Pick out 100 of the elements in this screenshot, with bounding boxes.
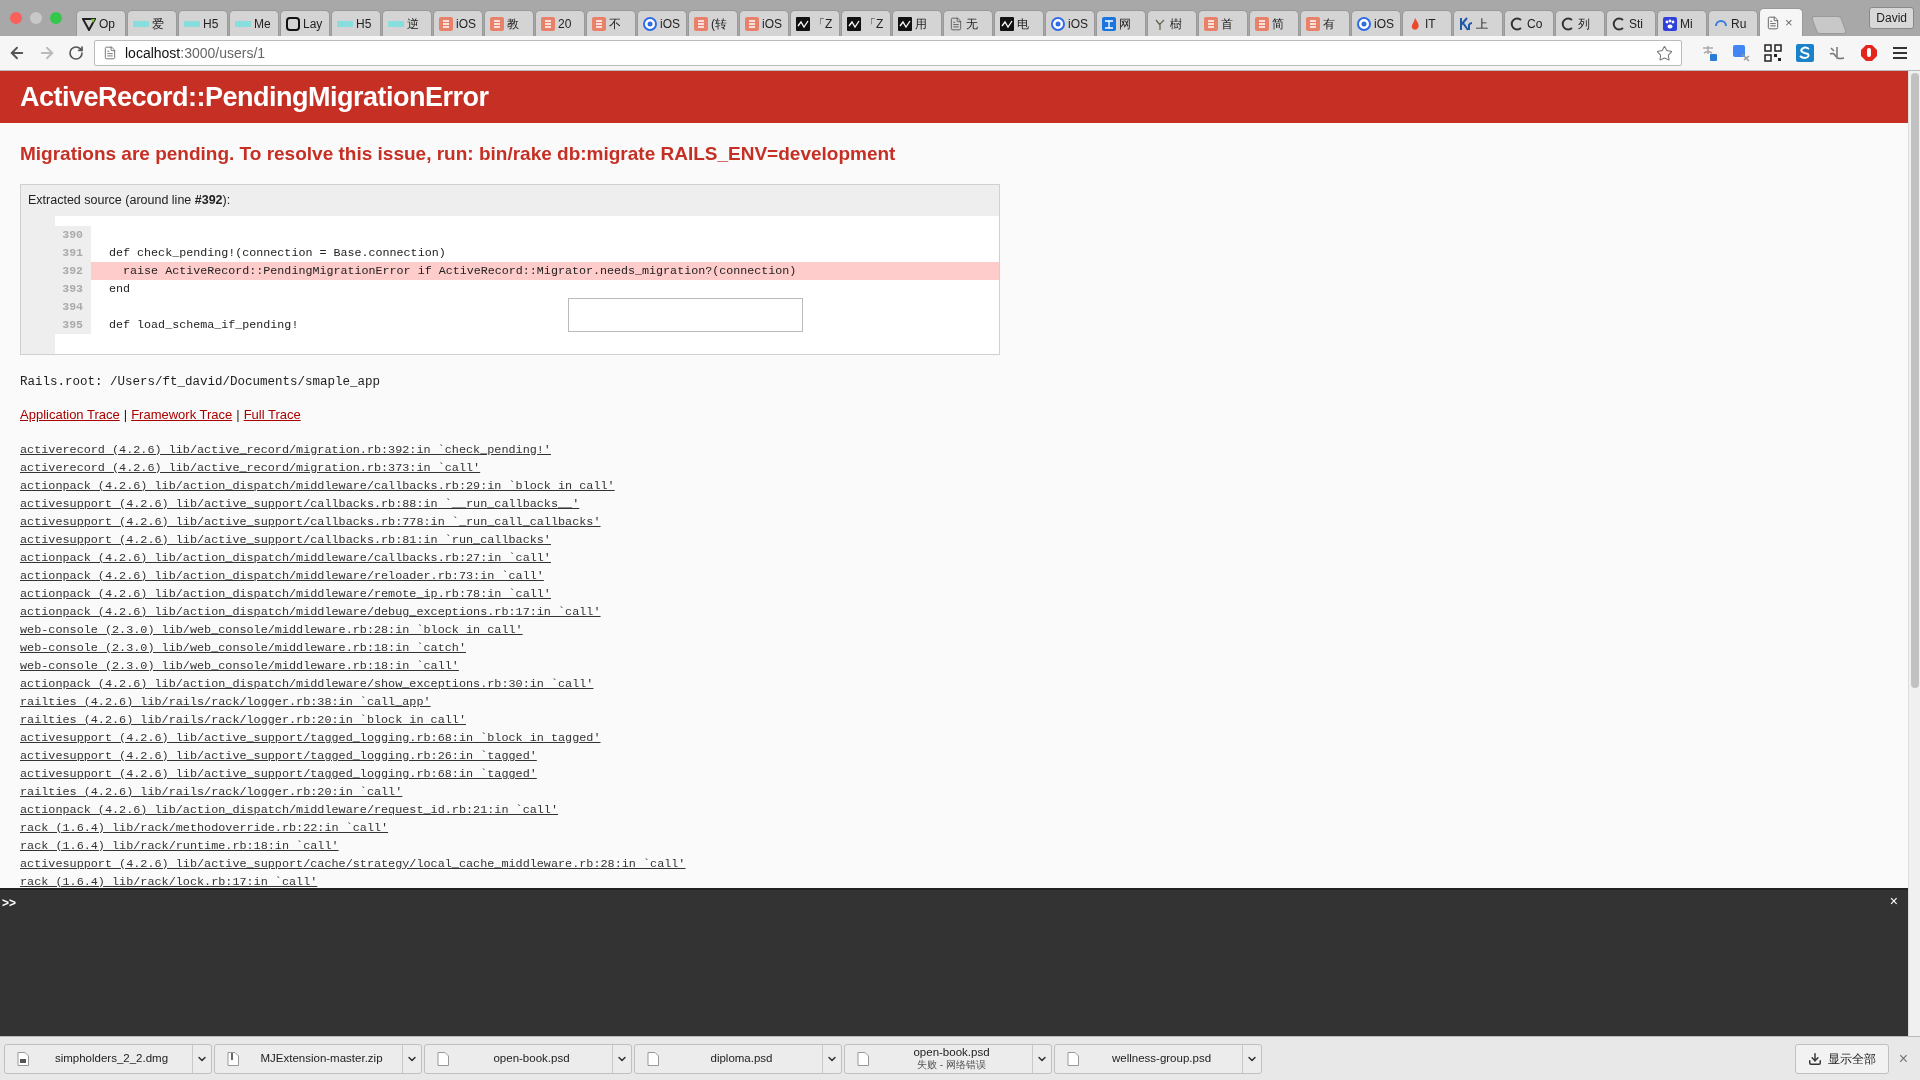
browser-tab[interactable]: iOS	[637, 10, 687, 36]
browser-tab[interactable]: 樹	[1147, 10, 1197, 36]
browser-tab[interactable]: IT	[1402, 10, 1452, 36]
download-item[interactable]: diploma.psd	[634, 1043, 842, 1074]
trace-link[interactable]: activesupport (4.2.6) lib/active_support/callbacks.rb:81:in `run_callbacks'	[20, 530, 551, 549]
next-logo-icon	[235, 19, 251, 28]
s-logo-icon[interactable]	[1796, 44, 1814, 62]
file-icon	[437, 1051, 449, 1066]
download-filename: MJExtension-master.zip	[260, 1052, 383, 1065]
trace-link[interactable]: rack (1.6.4) lib/rack/methodoverride.rb:22:in `call'	[20, 818, 389, 837]
browser-tab[interactable]: (转	[688, 10, 738, 36]
back-icon[interactable]	[8, 44, 26, 62]
browser-tab[interactable]: 无	[943, 10, 993, 36]
download-filename: diploma.psd	[710, 1052, 773, 1065]
download-filename: open-book.psd	[913, 1046, 990, 1059]
browser-tab[interactable]: Lay	[280, 10, 330, 36]
download-item[interactable]: open-book.psd	[424, 1043, 632, 1074]
browser-tab[interactable]: Co	[1504, 10, 1554, 36]
console-close-button[interactable]: ×	[1889, 894, 1898, 908]
browser-tab[interactable]: 爱	[127, 10, 177, 36]
browser-tab[interactable]: 「Z	[790, 10, 840, 36]
browser-tab[interactable]: H5	[331, 10, 381, 36]
file-icon	[1067, 1051, 1079, 1066]
browser-tab[interactable]: 网	[1096, 10, 1146, 36]
trace-link[interactable]: actionpack (4.2.6) lib/action_dispatch/middleware/request_id.rb:21:in `call'	[20, 800, 559, 819]
browser-tab[interactable]: 电	[994, 10, 1044, 36]
close-downloads-button[interactable]: ×	[1890, 1046, 1916, 1071]
rails-root-path: Rails.root: /Users/ft_david/Documents/smaple_app	[20, 373, 382, 391]
square-logo-icon	[1102, 16, 1116, 31]
close-tab-icon[interactable]: ×	[1784, 16, 1794, 29]
qr-code-icon[interactable]	[1764, 44, 1782, 62]
trace-link[interactable]: activesupport (4.2.6) lib/active_support/cache/strategy/local_cache_middleware.rb:28:in `call'	[20, 854, 686, 873]
trace-link[interactable]: activesupport (4.2.6) lib/active_support/tagged_logging.rb:26:in `tagged'	[20, 746, 537, 765]
browser-tab[interactable]: 有	[1300, 10, 1350, 36]
trace-link[interactable]: activesupport (4.2.6) lib/active_support/callbacks.rb:778:in `_run_call_callbacks'	[20, 512, 601, 531]
browser-tab[interactable]: Sti	[1606, 10, 1656, 36]
browser-tab[interactable]: 上	[1453, 10, 1503, 36]
trace-tab-link[interactable]: Framework Trace	[131, 405, 233, 425]
web-console[interactable]: >> ×	[0, 888, 1908, 1036]
menu-icon[interactable]	[1892, 46, 1908, 60]
browser-tab[interactable]: iOS	[433, 10, 483, 36]
notebook-logo-icon	[541, 16, 555, 31]
profile-button[interactable]: David	[1869, 7, 1914, 29]
browser-tab[interactable]: Ru	[1708, 10, 1758, 36]
line-number: 392	[62, 262, 83, 279]
trace-link[interactable]: railties (4.2.6) lib/rails/rack/logger.rb:38:in `call_app'	[20, 692, 431, 711]
browser-tab[interactable]: 列	[1555, 10, 1605, 36]
trace-link[interactable]: actionpack (4.2.6) lib/action_dispatch/middleware/remote_ip.rb:78:in `call'	[20, 584, 551, 603]
trace-link[interactable]: activesupport (4.2.6) lib/active_support/callbacks.rb:88:in `__run_callbacks__'	[20, 494, 580, 513]
reload-icon[interactable]	[68, 45, 84, 61]
disk-image-icon	[17, 1051, 29, 1066]
trace-link[interactable]: actionpack (4.2.6) lib/action_dispatch/middleware/callbacks.rb:27:in `call'	[20, 548, 551, 567]
scrollbar-thumb[interactable]	[1910, 73, 1919, 688]
trace-tab-link[interactable]: Application Trace	[20, 405, 120, 425]
download-item[interactable]: open-book.psd 失败 - 网络错误	[844, 1043, 1052, 1074]
trace-link[interactable]: activesupport (4.2.6) lib/active_support/tagged_logging.rb:68:in `tagged'	[20, 764, 537, 783]
trace-link[interactable]: actionpack (4.2.6) lib/action_dispatch/middleware/show_exceptions.rb:30:in `call'	[20, 674, 594, 693]
browser-tab[interactable]: Me	[229, 10, 279, 36]
code-line: end	[108, 280, 132, 298]
trace-link[interactable]: activesupport (4.2.6) lib/active_support/tagged_logging.rb:68:in `block in tagged'	[20, 728, 601, 747]
trace-link[interactable]: actionpack (4.2.6) lib/action_dispatch/middleware/reloader.rb:73:in `call'	[20, 566, 544, 585]
browser-tab[interactable]: Mi	[1657, 10, 1707, 36]
trace-link[interactable]: activerecord (4.2.6) lib/active_record/migration.rb:373:in `call'	[20, 458, 481, 477]
browser-tab[interactable]: 逆	[382, 10, 432, 36]
browser-tab[interactable]: 20	[535, 10, 585, 36]
trace-link[interactable]: web-console (2.3.0) lib/web_console/middleware.rb:18:in `catch'	[20, 638, 466, 657]
trace-tab-link[interactable]: Full Trace	[243, 405, 301, 425]
download-item[interactable]: wellness-group.psd	[1054, 1043, 1262, 1074]
browser-tab[interactable]: iOS	[1351, 10, 1401, 36]
trace-link[interactable]: web-console (2.3.0) lib/web_console/middleware.rb:28:in `block in call'	[20, 620, 523, 639]
download-item[interactable]: MJExtension-master.zip	[214, 1043, 422, 1074]
browser-tab[interactable]: H5	[178, 10, 228, 36]
browser-tab[interactable]: 简	[1249, 10, 1299, 36]
trace-link[interactable]: web-console (2.3.0) lib/web_console/middleware.rb:18:in `call'	[20, 656, 459, 675]
browser-tab[interactable]: iOS	[1045, 10, 1095, 36]
browser-tab[interactable]: iOS	[739, 10, 789, 36]
browser-tab[interactable]: 「Z	[841, 10, 891, 36]
download-item[interactable]: simpholders_2_2.dmg	[4, 1043, 212, 1074]
pulse-icon	[898, 16, 912, 31]
line-number: 393	[62, 280, 83, 297]
browser-tab[interactable]: 教	[484, 10, 534, 36]
trace-link[interactable]: rack (1.6.4) lib/rack/lock.rb:17:in `call'	[20, 872, 318, 888]
notebook-logo-icon	[1204, 16, 1218, 31]
browser-tab[interactable]: 用	[892, 10, 942, 36]
address-bar[interactable]: localhost:3000/users/1	[94, 40, 1682, 66]
show-all-downloads-button[interactable]: 显示全部	[1794, 1043, 1889, 1074]
browser-tab[interactable]: Op	[76, 10, 126, 36]
trace-link[interactable]: activerecord (4.2.6) lib/active_record/migration.rb:392:in `check_pending!'	[20, 440, 551, 459]
bookmark-star-icon[interactable]	[1656, 44, 1673, 62]
browser-tab[interactable]: ×	[1759, 8, 1803, 36]
extension-icon[interactable]	[1700, 44, 1718, 62]
line-number: 390	[62, 226, 83, 243]
trace-link[interactable]: rack (1.6.4) lib/rack/runtime.rb:18:in `call'	[20, 836, 339, 855]
trace-link[interactable]: actionpack (4.2.6) lib/action_dispatch/middleware/callbacks.rb:29:in `block in call'	[20, 476, 615, 495]
browser-tab[interactable]: 首	[1198, 10, 1248, 36]
trace-link[interactable]: actionpack (4.2.6) lib/action_dispatch/middleware/debug_exceptions.rb:17:in `call'	[20, 602, 601, 621]
trace-link[interactable]: railties (4.2.6) lib/rails/rack/logger.rb:20:in `block in call'	[20, 710, 466, 729]
browser-tab[interactable]: 不	[586, 10, 636, 36]
trace-link[interactable]: railties (4.2.6) lib/rails/rack/logger.rb:20:in `call'	[20, 782, 403, 801]
notebook-logo-icon	[592, 16, 606, 31]
